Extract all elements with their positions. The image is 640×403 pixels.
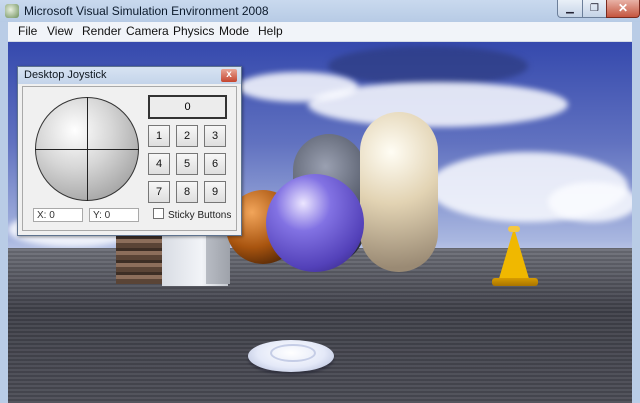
button-5[interactable]: 5 (176, 153, 198, 175)
x-readout: X: 0 (33, 208, 83, 222)
y-readout: Y: 0 (89, 208, 139, 222)
app-icon (5, 4, 19, 18)
cloud (328, 46, 528, 86)
joystick-control[interactable] (27, 91, 143, 207)
window-title: Microsoft Visual Simulation Environment … (24, 4, 269, 18)
button-3[interactable]: 3 (204, 125, 226, 147)
button-8[interactable]: 8 (176, 181, 198, 203)
menu-file[interactable]: File (18, 24, 37, 38)
button-6[interactable]: 6 (204, 153, 226, 175)
minimize-button[interactable]: ▁ (557, 0, 583, 18)
button-0[interactable]: 0 (148, 95, 227, 119)
menu-bar: File View Render Camera Physics Mode Hel… (8, 22, 632, 42)
joystick-close-button[interactable]: x (221, 69, 237, 82)
joystick-title-bar[interactable]: Desktop Joystick x (18, 67, 241, 84)
maximize-button[interactable]: ❐ (582, 0, 607, 18)
button-7[interactable]: 7 (148, 181, 170, 203)
cloud (548, 182, 632, 222)
joystick-panel: X: 0 Y: 0 0 1 2 3 4 5 6 7 8 9 Sticky But… (22, 86, 237, 231)
button-9[interactable]: 9 (204, 181, 226, 203)
joystick-title: Desktop Joystick (24, 69, 107, 81)
sticky-buttons-checkbox[interactable] (153, 208, 164, 219)
close-button[interactable]: ✕ (606, 0, 640, 18)
menu-mode[interactable]: Mode (219, 24, 249, 38)
menu-physics[interactable]: Physics (173, 24, 214, 38)
sticky-buttons-option[interactable]: Sticky Buttons (153, 208, 231, 221)
traffic-cone-base (492, 278, 538, 286)
desktop-joystick-window: Desktop Joystick x X: 0 Y: 0 0 1 2 3 4 5… (17, 66, 242, 236)
menu-help[interactable]: Help (258, 24, 283, 38)
traffic-cone-tip (508, 226, 520, 232)
purple-sphere[interactable] (266, 174, 364, 272)
traffic-cone[interactable] (498, 228, 530, 282)
robot-puck-ring (270, 344, 316, 362)
button-1[interactable]: 1 (148, 125, 170, 147)
cloud (238, 72, 358, 102)
title-bar: Microsoft Visual Simulation Environment … (0, 0, 640, 22)
menu-render[interactable]: Render (82, 24, 121, 38)
sticky-buttons-label: Sticky Buttons (168, 210, 232, 221)
button-4[interactable]: 4 (148, 153, 170, 175)
crosshair-vertical (87, 97, 88, 201)
menu-view[interactable]: View (47, 24, 73, 38)
window-frame-left (0, 22, 8, 403)
button-2[interactable]: 2 (176, 125, 198, 147)
menu-camera[interactable]: Camera (126, 24, 169, 38)
window-frame-right (632, 22, 640, 403)
cream-capsule[interactable] (360, 112, 438, 272)
